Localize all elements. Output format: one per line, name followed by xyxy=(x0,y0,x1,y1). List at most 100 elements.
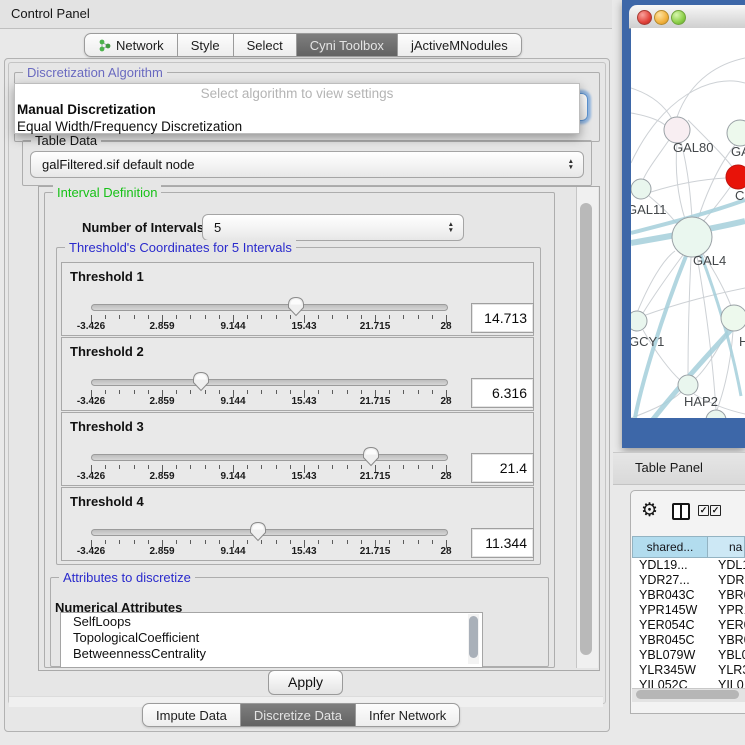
tab-label: Infer Network xyxy=(369,708,446,723)
cell-shared-name: YPR145W xyxy=(632,603,715,618)
bottom-tab-bar: Impute Data Discretize Data Infer Network xyxy=(142,703,460,727)
tick-label: 28 xyxy=(440,471,451,482)
slider-thumb[interactable] xyxy=(286,295,306,317)
cell-name: YLR3 xyxy=(715,663,745,678)
popup-prompt: Select algorithm to view settings xyxy=(15,84,579,101)
column-view-icon[interactable] xyxy=(672,503,690,520)
column-header-name[interactable]: na xyxy=(708,536,745,558)
tick-label: 28 xyxy=(440,396,451,407)
column-header-shared-name[interactable]: shared... xyxy=(632,536,708,558)
tab-select[interactable]: Select xyxy=(234,33,297,57)
cell-name: YBR0 xyxy=(715,588,745,603)
slider-ticks xyxy=(91,540,447,549)
list-scrollbar-thumb[interactable] xyxy=(469,616,478,658)
apply-button[interactable]: Apply xyxy=(268,670,343,695)
tick-label: 15.43 xyxy=(291,471,316,482)
minimize-traffic-light-icon[interactable] xyxy=(654,10,669,25)
cell-name: YER0 xyxy=(715,618,745,633)
attribute-item-selfloops[interactable]: SelfLoops xyxy=(61,613,482,629)
tab-label: Impute Data xyxy=(156,708,227,723)
svg-text:C: C xyxy=(735,188,744,203)
numerical-attributes-list[interactable]: SelfLoopsTopologicalCoefficientBetweenne… xyxy=(60,612,483,668)
tab-network[interactable]: Network xyxy=(84,33,178,57)
tab-cyni-toolbox[interactable]: Cyni Toolbox xyxy=(297,33,398,57)
tab-label: Network xyxy=(116,38,164,53)
slider-track[interactable] xyxy=(91,529,448,536)
threshold-value-field[interactable]: 21.4 xyxy=(471,453,534,483)
attribute-item-betweennesscentrality[interactable]: BetweennessCentrality xyxy=(61,645,482,661)
cell-shared-name: YBR043C xyxy=(632,588,715,603)
combo-arrows-icon: ▲▼ xyxy=(568,159,574,171)
tick-label: 21.715 xyxy=(360,471,391,482)
network-window-titlebar[interactable] xyxy=(629,5,745,29)
tick-label: 15.43 xyxy=(291,396,316,407)
slider-thumb[interactable] xyxy=(191,370,211,392)
checkbox-icon[interactable]: ✓ xyxy=(698,505,709,516)
svg-text:GAL80: GAL80 xyxy=(673,140,713,155)
checkbox-icon[interactable]: ✓ xyxy=(710,505,721,516)
threshold-label: Threshold 4 xyxy=(70,494,144,509)
table-row[interactable]: YDL19...YDL1 xyxy=(632,558,745,573)
tick-label: 9.144 xyxy=(220,321,245,332)
svg-text:GA: GA xyxy=(731,144,745,159)
table-data-combobox[interactable]: galFiltered.sif default node ▲▼ xyxy=(30,151,584,178)
threshold-label: Threshold 2 xyxy=(70,344,144,359)
table-panel-title: Table Panel xyxy=(635,460,703,475)
tab-label: Select xyxy=(247,38,283,53)
threshold-value-field[interactable]: 6.316 xyxy=(471,378,534,408)
table-row[interactable]: YER054CYER0 xyxy=(632,618,745,633)
threshold-panel-4: Threshold 4-3.4262.8599.14415.4321.71528… xyxy=(61,487,534,561)
tab-discretize-data[interactable]: Discretize Data xyxy=(241,703,356,727)
attribute-item-topologicalcoefficient[interactable]: TopologicalCoefficient xyxy=(61,629,482,645)
threshold-value-field[interactable]: 11.344 xyxy=(471,528,534,558)
tab-jactivemnodules[interactable]: jActiveMNodules xyxy=(398,33,522,57)
cell-name: YPR1 xyxy=(715,603,745,618)
settings-gear-icon[interactable]: ⚙ xyxy=(641,499,658,522)
popup-item-manual-discretization[interactable]: Manual Discretization xyxy=(15,101,579,118)
tick-label: 2.859 xyxy=(149,321,174,332)
cell-shared-name: YDR27... xyxy=(632,573,715,588)
svg-text:GAL4: GAL4 xyxy=(693,253,726,268)
table-header-row: shared... na xyxy=(632,536,745,558)
tick-label: 9.144 xyxy=(220,546,245,557)
svg-text:H: H xyxy=(739,334,745,349)
tick-label: 21.715 xyxy=(360,321,391,332)
table-row[interactable]: YBR043CYBR0 xyxy=(632,588,745,603)
control-panel-title: Control Panel xyxy=(11,6,90,21)
tab-impute-data[interactable]: Impute Data xyxy=(142,703,241,727)
tick-label: 28 xyxy=(440,321,451,332)
spinner-arrows-icon: ▲▼ xyxy=(448,222,454,234)
tab-infer-network[interactable]: Infer Network xyxy=(356,703,460,727)
table-row[interactable]: YPR145WYPR1 xyxy=(632,603,745,618)
svg-text:GCY1: GCY1 xyxy=(631,334,664,349)
slider-track[interactable] xyxy=(91,454,448,461)
threshold-value-field[interactable]: 14.713 xyxy=(471,303,534,333)
zoom-traffic-light-icon[interactable] xyxy=(671,10,686,25)
tick-label: -3.426 xyxy=(77,546,105,557)
slider-thumb[interactable] xyxy=(361,445,381,467)
number-of-intervals-spinner[interactable]: 5 ▲▼ xyxy=(202,214,464,241)
slider-thumb[interactable] xyxy=(248,520,268,542)
horizontal-scrollbar-thumb[interactable] xyxy=(636,690,739,699)
tick-label: 2.859 xyxy=(149,471,174,482)
network-icon xyxy=(98,39,111,52)
tab-label: jActiveMNodules xyxy=(411,38,508,53)
tab-style[interactable]: Style xyxy=(178,33,234,57)
vertical-scrollbar-thumb[interactable] xyxy=(580,203,592,655)
tab-label: Discretize Data xyxy=(254,708,342,723)
table-row[interactable]: YBL079WYBL0 xyxy=(632,648,745,663)
number-of-intervals-label: Number of Intervals xyxy=(82,220,204,235)
table-row[interactable]: YLR345WYLR3 xyxy=(632,663,745,678)
slider-track[interactable] xyxy=(91,304,448,311)
popup-item-equal-width-frequency[interactable]: Equal Width/Frequency Discretization xyxy=(15,118,579,135)
cell-name: YDR2 xyxy=(715,573,745,588)
slider-track[interactable] xyxy=(91,379,448,386)
slider-ticks xyxy=(91,315,447,324)
table-row[interactable]: YDR27...YDR2 xyxy=(632,573,745,588)
tick-label: 2.859 xyxy=(149,396,174,407)
table-row[interactable]: YBR045CYBR0 xyxy=(632,633,745,648)
close-traffic-light-icon[interactable] xyxy=(637,10,652,25)
threshold-label: Threshold 1 xyxy=(70,269,144,284)
network-canvas[interactable]: GAL80GACGAL11GAL4GCY1HHAP2 xyxy=(631,28,745,418)
cell-name: YDL1 xyxy=(715,558,745,573)
